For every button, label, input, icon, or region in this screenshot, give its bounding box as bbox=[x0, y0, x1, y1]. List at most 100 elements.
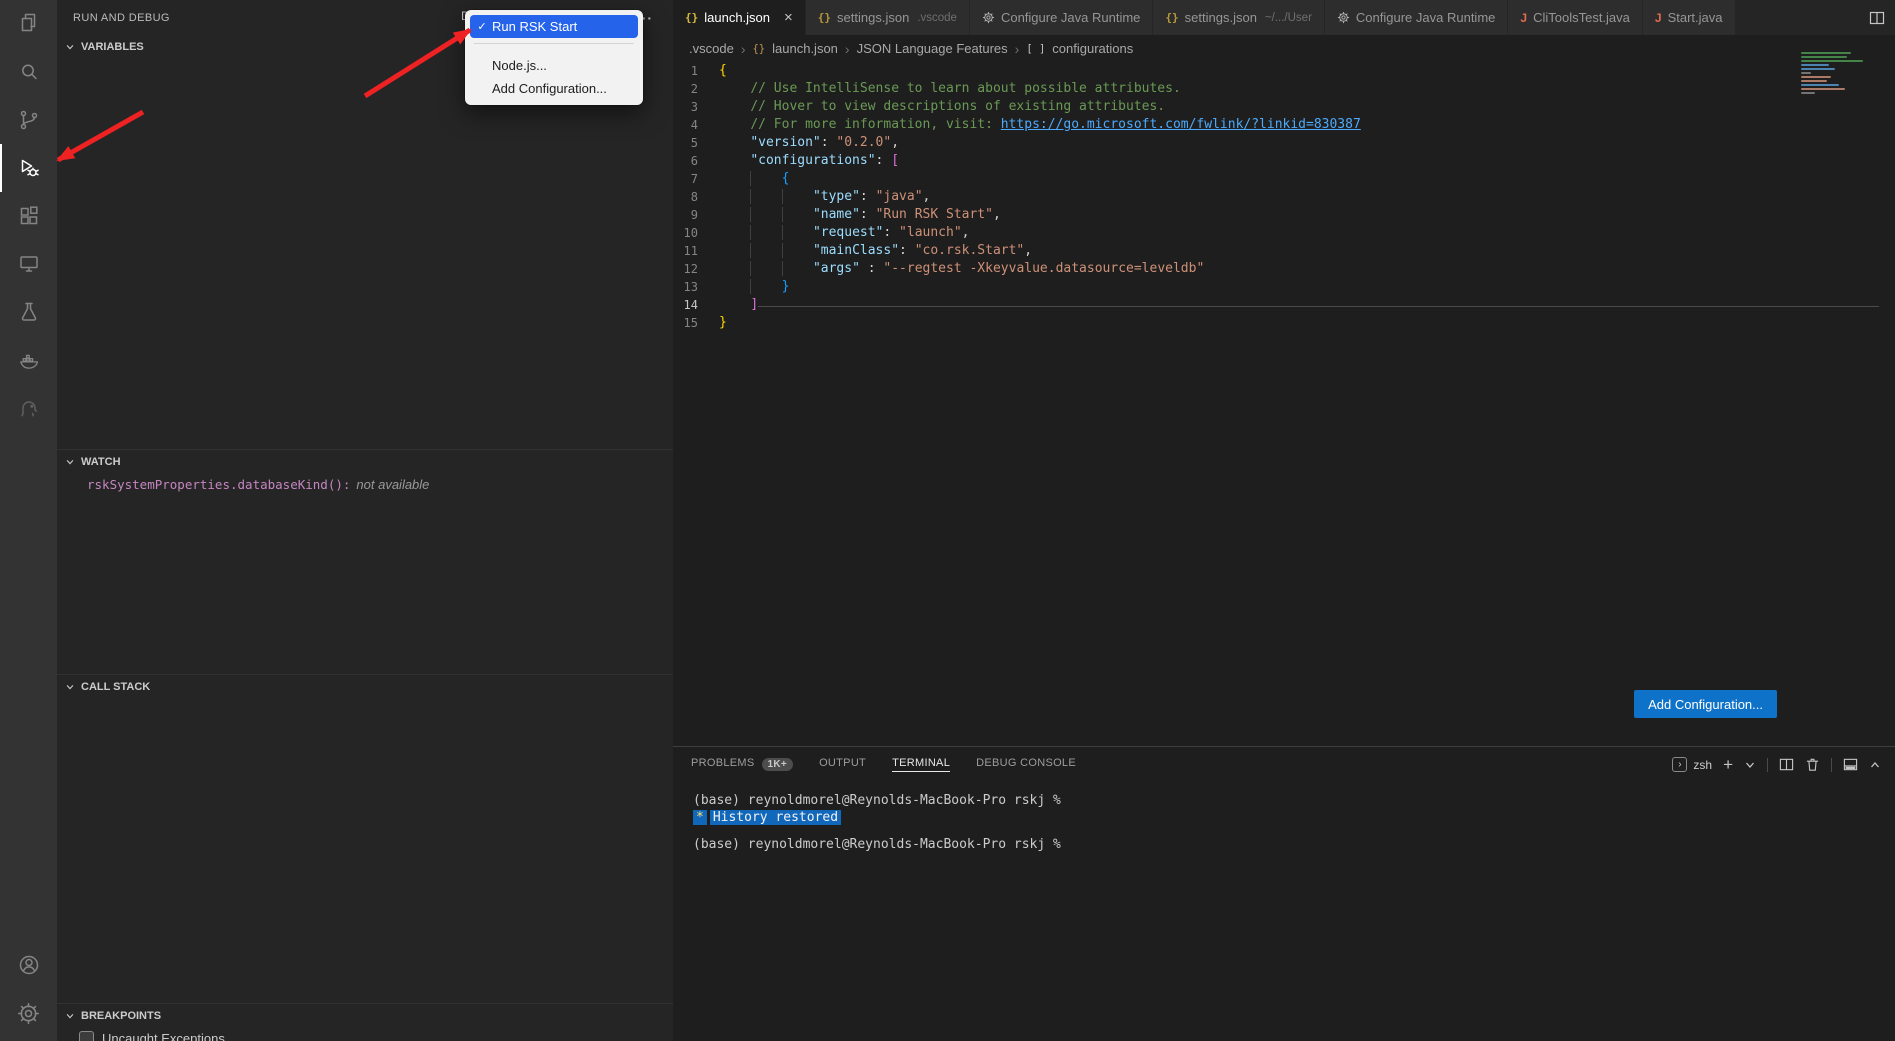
tab-settings-json-vscode[interactable]: {} settings.json .vscode bbox=[806, 0, 970, 35]
tab-label: CliToolsTest.java bbox=[1533, 10, 1630, 25]
activity-bar bbox=[0, 0, 57, 1041]
call-stack-section: CALL STACK bbox=[57, 674, 673, 1003]
code-line[interactable]: 4 // For more information, visit: https:… bbox=[673, 116, 1895, 134]
chevron-down-icon bbox=[65, 1011, 75, 1021]
minimap-line bbox=[1801, 64, 1829, 66]
watch-section-header[interactable]: WATCH bbox=[57, 450, 673, 474]
menu-item-label: Node.js... bbox=[492, 58, 547, 73]
split-terminal-icon[interactable] bbox=[1779, 757, 1794, 772]
search-icon[interactable] bbox=[0, 48, 57, 96]
code-line[interactable]: 8 "type": "java", bbox=[673, 188, 1895, 206]
menu-item-add-configuration[interactable]: Add Configuration... bbox=[470, 77, 638, 100]
tab-clitoolstest-java[interactable]: J CliToolsTest.java bbox=[1508, 0, 1643, 35]
remote-explorer-icon[interactable] bbox=[0, 240, 57, 288]
menu-item-run-rsk-start[interactable]: ✓ Run RSK Start bbox=[470, 15, 638, 38]
terminal-line-history-restored: *History restored bbox=[693, 809, 1895, 826]
chevron-up-icon[interactable] bbox=[1869, 759, 1881, 771]
panel-layout-icon[interactable] bbox=[1843, 757, 1858, 772]
code-line[interactable]: 13 } bbox=[673, 278, 1895, 296]
divider bbox=[1767, 758, 1768, 772]
breadcrumb: .vscode › {} launch.json › JSON Language… bbox=[673, 35, 1895, 62]
code-line[interactable]: 12 "args" : "--regtest -Xkeyvalue.dataso… bbox=[673, 260, 1895, 278]
tab-label: launch.json bbox=[704, 10, 770, 25]
menu-item-nodejs[interactable]: Node.js... bbox=[470, 54, 638, 77]
tab-configure-java-runtime-2[interactable]: Configure Java Runtime bbox=[1325, 0, 1508, 35]
settings-gear-icon[interactable] bbox=[0, 989, 57, 1037]
tab-problems[interactable]: PROBLEMS 1K+ bbox=[691, 757, 793, 772]
tab-debug-console[interactable]: DEBUG CONSOLE bbox=[976, 757, 1076, 772]
menu-separator bbox=[474, 43, 634, 44]
explorer-icon[interactable] bbox=[0, 0, 57, 48]
code-line[interactable]: 1{ bbox=[673, 62, 1895, 80]
breakpoints-section-header[interactable]: BREAKPOINTS bbox=[57, 1004, 673, 1028]
trash-icon[interactable] bbox=[1805, 757, 1820, 772]
close-icon[interactable]: × bbox=[784, 10, 793, 25]
debug-config-menu: ✓ Run RSK Start Node.js... Add Configura… bbox=[465, 10, 643, 105]
minimap-line bbox=[1801, 72, 1811, 74]
run-and-debug-icon[interactable] bbox=[0, 144, 57, 192]
json-file-icon: {} bbox=[1165, 11, 1178, 24]
java-file-icon: J bbox=[1655, 11, 1662, 25]
watch-expression-row[interactable]: rskSystemProperties.databaseKind():not a… bbox=[57, 477, 673, 492]
code-line[interactable]: 5 "version": "0.2.0", bbox=[673, 134, 1895, 152]
panel-tab-label: DEBUG CONSOLE bbox=[976, 757, 1076, 772]
tab-label: Configure Java Runtime bbox=[1001, 10, 1140, 25]
source-control-icon[interactable] bbox=[0, 96, 57, 144]
breadcrumb-item-vscode[interactable]: .vscode bbox=[689, 41, 734, 56]
split-editor-icon[interactable] bbox=[1869, 10, 1885, 26]
uncaught-exceptions-checkbox[interactable] bbox=[79, 1031, 94, 1041]
tab-label: settings.json bbox=[837, 10, 909, 25]
extensions-icon[interactable] bbox=[0, 192, 57, 240]
panel-tab-label: OUTPUT bbox=[819, 757, 866, 772]
breadcrumb-item-launch-json[interactable]: launch.json bbox=[772, 41, 838, 56]
tab-launch-json[interactable]: {} launch.json × bbox=[673, 0, 806, 35]
accounts-icon[interactable] bbox=[0, 941, 57, 989]
terminal-line: (base) reynoldmorel@Reynolds-MacBook-Pro… bbox=[693, 792, 1895, 809]
docker-icon[interactable] bbox=[0, 336, 57, 384]
array-symbol-icon: [ ] bbox=[1026, 43, 1045, 55]
uncaught-exceptions-row[interactable]: Uncaught Exceptions bbox=[57, 1031, 673, 1041]
tab-settings-json-user[interactable]: {} settings.json ~/.../User bbox=[1153, 0, 1325, 35]
code-line[interactable]: 2 // Use IntelliSense to learn about pos… bbox=[673, 80, 1895, 98]
code-line[interactable]: 7 { bbox=[673, 170, 1895, 188]
minimap-line bbox=[1801, 88, 1845, 90]
tab-output[interactable]: OUTPUT bbox=[819, 757, 866, 772]
history-restored-marker: * bbox=[693, 810, 707, 825]
tab-configure-java-runtime-1[interactable]: Configure Java Runtime bbox=[970, 0, 1153, 35]
code-area[interactable]: 1{2 // Use IntelliSense to learn about p… bbox=[673, 62, 1895, 746]
breakpoints-section-label: BREAKPOINTS bbox=[81, 1010, 161, 1022]
code-line[interactable]: 15} bbox=[673, 314, 1895, 332]
tabbar-actions bbox=[1869, 0, 1885, 35]
tab-terminal[interactable]: TERMINAL bbox=[892, 757, 950, 772]
shell-selector[interactable]: › zsh bbox=[1672, 757, 1712, 772]
terminal-blank-line bbox=[693, 826, 1895, 836]
breadcrumb-item-json-language-features[interactable]: JSON Language Features bbox=[857, 41, 1008, 56]
check-icon: ✓ bbox=[475, 20, 489, 33]
new-terminal-icon[interactable]: + bbox=[1723, 756, 1733, 773]
gradle-elephant-icon[interactable] bbox=[0, 384, 57, 432]
call-stack-section-header[interactable]: CALL STACK bbox=[57, 675, 673, 699]
breadcrumb-item-configurations[interactable]: configurations bbox=[1052, 41, 1133, 56]
add-configuration-button[interactable]: Add Configuration... bbox=[1634, 690, 1777, 718]
gear-icon bbox=[982, 11, 995, 24]
bottom-panel: PROBLEMS 1K+ OUTPUT TERMINAL DEBUG CONSO… bbox=[673, 746, 1895, 1041]
tab-label: settings.json bbox=[1185, 10, 1257, 25]
code-line[interactable]: 11 "mainClass": "co.rsk.Start", bbox=[673, 242, 1895, 260]
code-line[interactable]: 14 ] bbox=[673, 296, 1895, 314]
testing-icon[interactable] bbox=[0, 288, 57, 336]
variables-section-label: VARIABLES bbox=[81, 41, 144, 53]
chevron-down-icon[interactable] bbox=[1744, 759, 1756, 771]
minimap[interactable] bbox=[1801, 52, 1873, 94]
minimap-line bbox=[1801, 84, 1839, 86]
chevron-down-icon bbox=[65, 682, 75, 692]
tab-start-java[interactable]: J Start.java bbox=[1643, 0, 1736, 35]
minimap-line bbox=[1801, 56, 1847, 58]
terminal[interactable]: (base) reynoldmorel@Reynolds-MacBook-Pro… bbox=[673, 782, 1895, 1041]
tab-label: Configure Java Runtime bbox=[1356, 10, 1495, 25]
breakpoints-section: BREAKPOINTS Uncaught Exceptions bbox=[57, 1003, 673, 1041]
watch-expression: rskSystemProperties.databaseKind(): bbox=[87, 477, 350, 492]
code-line[interactable]: 10 "request": "launch", bbox=[673, 224, 1895, 242]
code-line[interactable]: 3 // Hover to view descriptions of exist… bbox=[673, 98, 1895, 116]
code-line[interactable]: 9 "name": "Run RSK Start", bbox=[673, 206, 1895, 224]
code-line[interactable]: 6 "configurations": [ bbox=[673, 152, 1895, 170]
